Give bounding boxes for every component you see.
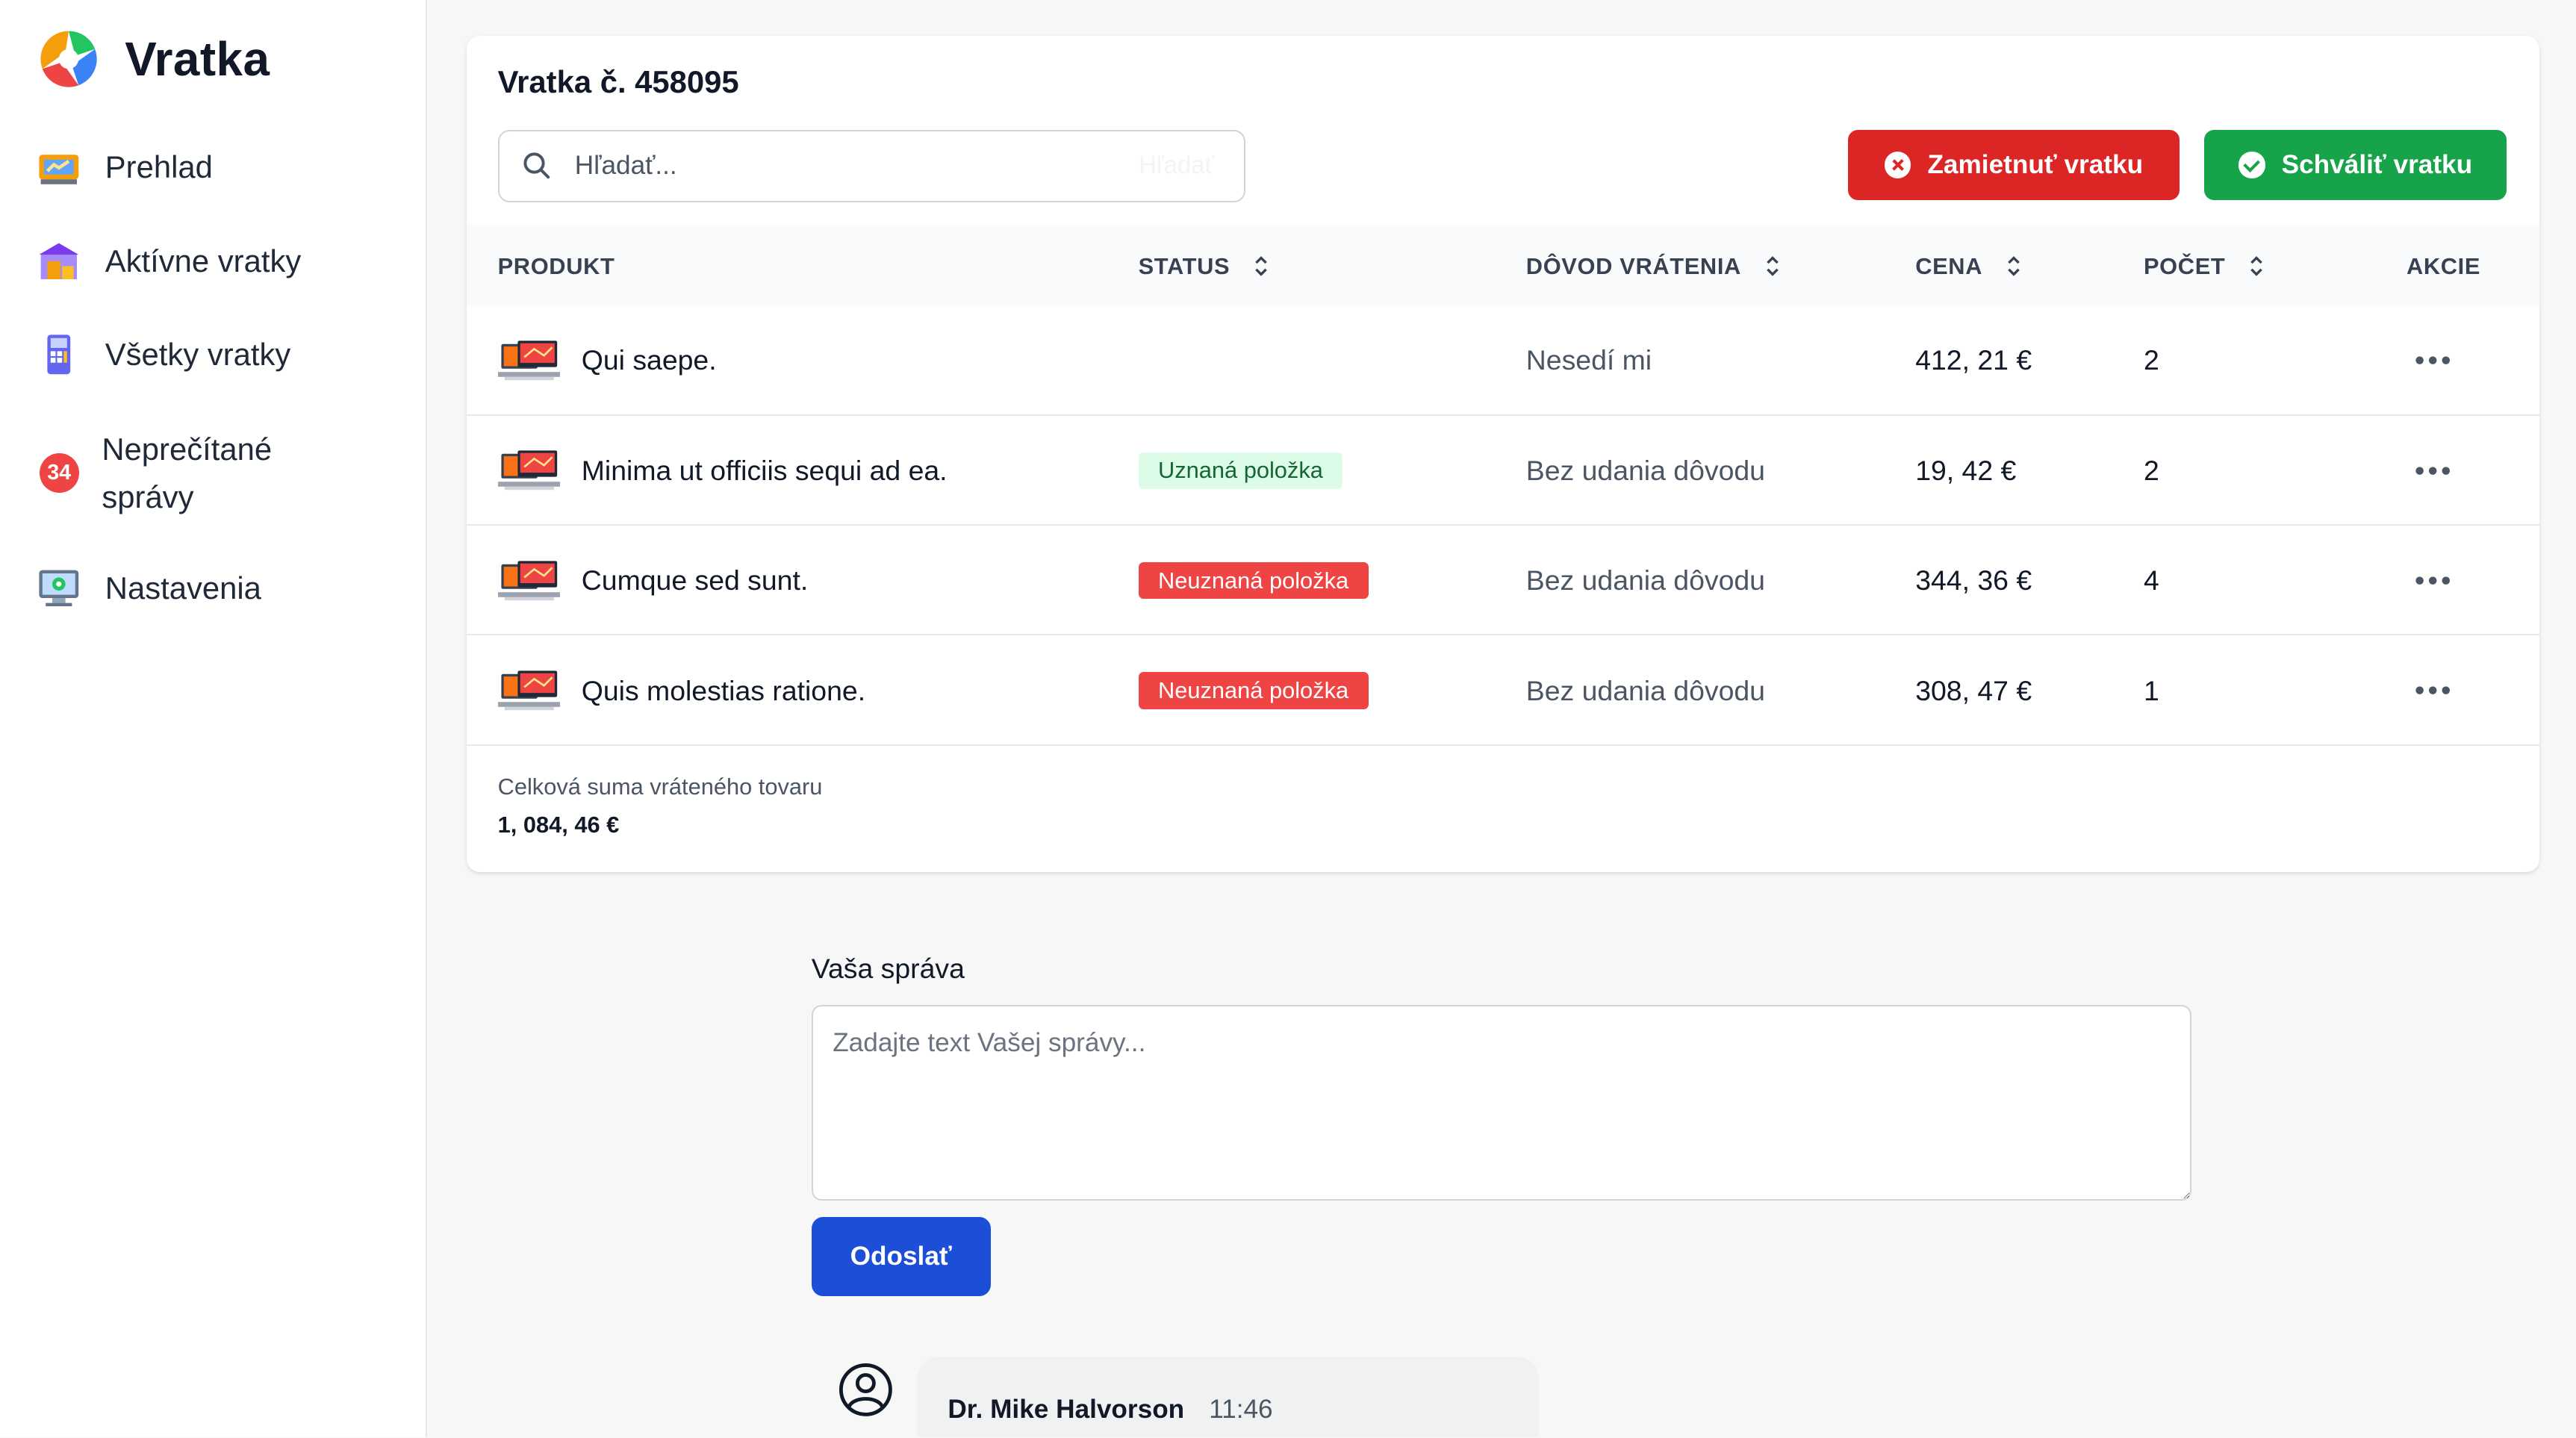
column-header-label: DÔVOD VRÁTENIA	[1525, 252, 1741, 279]
reason-cell: Bez udania dôvodu	[1525, 674, 1765, 706]
terminal-icon	[47, 334, 71, 375]
check-circle-icon	[2239, 152, 2265, 178]
message-textarea[interactable]	[811, 1005, 2191, 1201]
column-header-status[interactable]: STATUS	[1139, 253, 1269, 280]
actions-cell	[2415, 416, 2451, 526]
search-input[interactable]	[574, 151, 1101, 181]
column-header-reason[interactable]: DÔVOD VRÁTENIA	[1526, 253, 1781, 280]
status-cell: Neuznaná položka	[1138, 635, 1369, 745]
sidebar-item-aktivne-vratky[interactable]: Aktívne vratky	[36, 238, 301, 284]
more-actions-icon[interactable]	[2415, 466, 2451, 476]
product-cell: Quis molestias ratione.	[497, 635, 866, 745]
sidebar-item-nastavenia[interactable]: Nastavenia	[36, 565, 261, 611]
column-header-label: AKCIE	[2406, 252, 2481, 279]
reason-cell: Nesedí mi	[1525, 344, 1652, 376]
table-header: PRODUKT STATUS DÔVOD VRÁTENIA CENA POČET…	[466, 225, 2540, 306]
price-cell: 344, 36 €	[1915, 564, 2032, 597]
search-button[interactable]: Hľadať	[1139, 151, 1214, 179]
sidebar-item-label: Všetky vratky	[105, 337, 291, 373]
status-cell: Neuznaná položka	[1138, 526, 1369, 635]
dashboard-icon	[39, 154, 79, 184]
qty-cell: 1	[2143, 674, 2159, 706]
sort-icon[interactable]	[2248, 255, 2265, 278]
status-badge: Neuznaná položka	[1138, 672, 1369, 709]
product-name: Cumque sed sunt.	[581, 564, 809, 597]
product-thumbnail	[497, 450, 561, 491]
unread-badge: 34	[39, 453, 79, 493]
price-cell: 308, 47 €	[1915, 674, 2032, 706]
user-avatar-icon	[839, 1363, 892, 1416]
product-thumbnail	[497, 561, 561, 601]
reject-return-button[interactable]: Zamietnuť vratku	[1847, 129, 2180, 201]
search-icon	[523, 152, 550, 179]
logo-icon	[39, 29, 99, 89]
page-title: Vratka č. 458095	[497, 63, 739, 99]
reason-cell: Bez udania dôvodu	[1525, 454, 1765, 486]
x-circle-icon	[1885, 152, 1911, 178]
sidebar-item-label: Prehlad	[105, 149, 213, 185]
reason-cell: Bez udania dôvodu	[1525, 564, 1765, 597]
send-button[interactable]: Odoslať	[811, 1217, 991, 1296]
column-header-label: POČET	[2143, 252, 2226, 279]
app-name: Vratka	[125, 32, 270, 87]
approve-label: Schváliť vratku	[2281, 150, 2473, 180]
sidebar-item-label: Aktívne vratky	[105, 243, 302, 278]
table-row: Cumque sed sunt. Neuznaná položka Bez ud…	[466, 526, 2540, 636]
comment-time: 11:46	[1209, 1394, 1273, 1424]
status-cell: Uznaná položka	[1138, 416, 1343, 526]
product-name: Minima ut officiis sequi ad ea.	[581, 454, 948, 486]
warehouse-icon	[39, 243, 79, 279]
column-header-product: PRODUKT	[498, 253, 615, 280]
more-actions-icon[interactable]	[2415, 576, 2451, 585]
sidebar-item-label: Nastavenia	[105, 570, 261, 606]
sort-icon[interactable]	[2006, 255, 2022, 278]
actions-cell	[2415, 305, 2451, 415]
column-header-price[interactable]: CENA	[1915, 253, 2022, 280]
comment-bubble: Dr. Mike Halvorson 11:46	[916, 1357, 1540, 1437]
product-cell: Minima ut officiis sequi ad ea.	[497, 416, 948, 526]
product-cell: Cumque sed sunt.	[497, 526, 809, 635]
product-cell: Qui saepe.	[497, 305, 717, 415]
total-value: 1, 084, 46 €	[497, 811, 620, 838]
column-header-label: STATUS	[1138, 252, 1231, 279]
sidebar-item-neprecitane-spravy[interactable]: 34 Neprečítané správy	[36, 426, 315, 521]
message-label: Vaša správa	[811, 953, 965, 984]
more-actions-icon[interactable]	[2415, 355, 2451, 365]
product-name: Quis molestias ratione.	[581, 674, 866, 706]
approve-return-button[interactable]: Schváliť vratku	[2204, 129, 2507, 201]
price-cell: 19, 42 €	[1915, 454, 2017, 486]
qty-cell: 2	[2143, 344, 2159, 376]
sort-icon[interactable]	[1764, 255, 1781, 278]
qty-cell: 2	[2143, 454, 2159, 486]
column-header-actions: AKCIE	[2407, 253, 2480, 280]
table-row: Quis molestias ratione. Neuznaná položka…	[466, 635, 2540, 746]
qty-cell: 4	[2143, 564, 2159, 597]
sidebar-item-label: Neprečítané správy	[102, 431, 273, 514]
search-box[interactable]: Hľadať	[497, 129, 1245, 202]
reject-label: Zamietnuť vratku	[1927, 150, 2144, 180]
more-actions-icon[interactable]	[2415, 685, 2451, 695]
column-header-qty[interactable]: POČET	[2144, 253, 2265, 280]
product-thumbnail	[497, 670, 561, 711]
product-name: Qui saepe.	[581, 344, 717, 376]
sidebar-item-vsetky-vratky[interactable]: Všetky vratky	[36, 332, 290, 378]
product-thumbnail	[497, 340, 561, 381]
table-row: Minima ut officiis sequi ad ea. Uznaná p…	[466, 416, 2540, 526]
brand[interactable]: Vratka	[36, 26, 270, 92]
comment-author: Dr. Mike Halvorson	[948, 1394, 1185, 1424]
sidebar: Vratka Prehlad Aktívne vratky Všetky vra…	[0, 0, 427, 1437]
sort-icon[interactable]	[1253, 255, 1269, 278]
status-badge: Uznaná položka	[1138, 452, 1343, 489]
table-row: Qui saepe. Nesedí mi 412, 21 € 2	[466, 305, 2540, 416]
price-cell: 412, 21 €	[1915, 344, 2032, 376]
status-badge: Neuznaná položka	[1138, 562, 1369, 600]
return-card: Vratka č. 458095 Hľadať Zamietnuť vratku…	[466, 36, 2540, 873]
total-label: Celková suma vráteného tovaru	[497, 774, 823, 800]
sidebar-item-prehlad[interactable]: Prehlad	[36, 145, 213, 191]
actions-cell	[2415, 635, 2451, 745]
actions-cell	[2415, 526, 2451, 635]
monitor-settings-icon	[39, 570, 79, 606]
column-header-label: PRODUKT	[497, 252, 615, 279]
column-header-label: CENA	[1915, 252, 1983, 279]
